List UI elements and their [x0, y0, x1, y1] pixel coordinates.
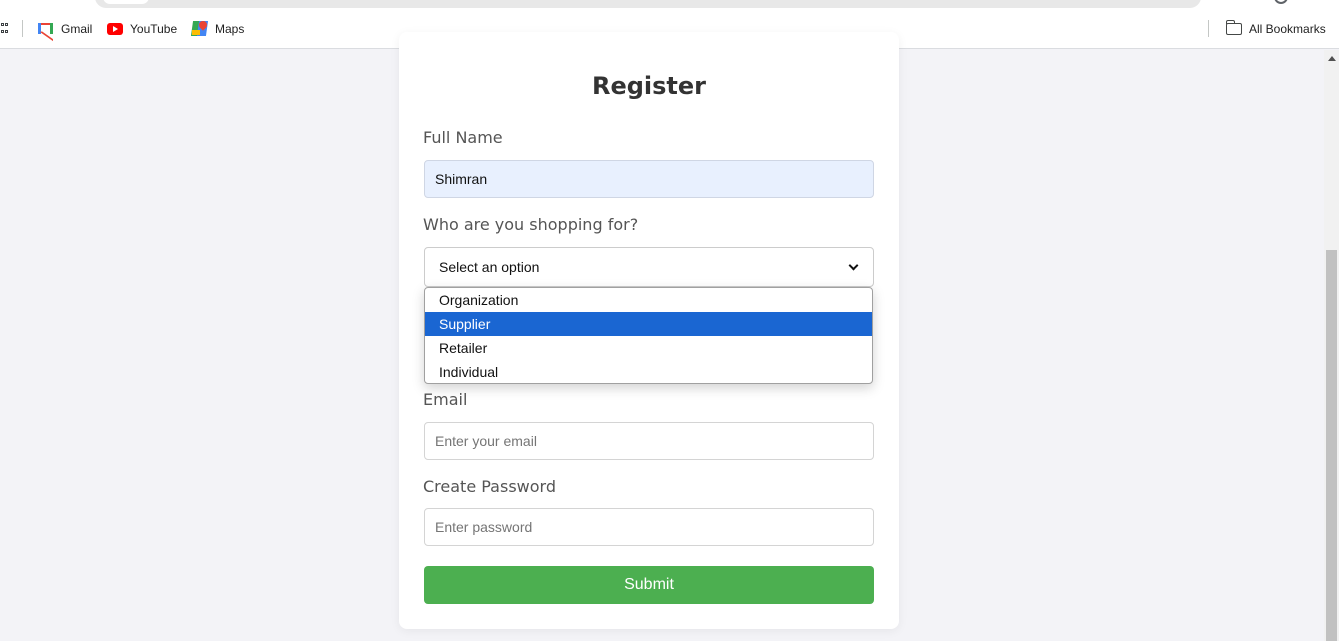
page-scrollbar[interactable]: [1324, 50, 1339, 641]
folder-icon: [1225, 20, 1242, 37]
submit-button[interactable]: Submit: [424, 566, 874, 604]
shopping-for-select[interactable]: Select an option: [424, 247, 874, 287]
page-title: Register: [591, 72, 707, 100]
all-bookmarks-label: All Bookmarks: [1249, 22, 1326, 36]
option-individual[interactable]: Individual: [425, 360, 872, 383]
select-value: Select an option: [439, 259, 540, 275]
chevron-down-icon: [848, 260, 859, 270]
option-organization[interactable]: Organization: [425, 288, 872, 312]
profile-icon[interactable]: [1274, 0, 1288, 4]
bookmark-label: YouTube: [130, 22, 178, 36]
email-input[interactable]: Enter your email: [424, 422, 874, 460]
shopping-for-label: Who are you shopping for?: [423, 215, 639, 234]
maps-icon: [190, 19, 209, 37]
bookmark-label: Maps: [215, 22, 245, 36]
password-placeholder: Enter password: [435, 519, 533, 535]
option-supplier[interactable]: Supplier: [425, 312, 872, 336]
shopping-for-dropdown: Organization Supplier Retailer Individua…: [424, 287, 873, 384]
bookmark-label: Gmail: [61, 22, 93, 36]
email-placeholder: Enter your email: [435, 433, 537, 449]
bookmarks-divider: [22, 20, 23, 37]
scroll-up-arrow-icon[interactable]: [1328, 56, 1336, 61]
full-name-value: Shimran: [435, 171, 488, 187]
option-retailer[interactable]: Retailer: [425, 336, 872, 360]
password-label: Create Password: [423, 477, 556, 496]
bookmark-gmail[interactable]: Gmail: [38, 19, 92, 39]
site-info-chip[interactable]: [103, 0, 149, 4]
password-input[interactable]: Enter password: [424, 508, 874, 546]
youtube-icon: [107, 21, 123, 37]
bookmarks-divider-right: [1208, 20, 1209, 37]
gmail-icon: [38, 21, 54, 37]
apps-icon[interactable]: [1, 23, 8, 35]
register-card: Register Full Name Shimran Who are you s…: [399, 32, 899, 629]
address-bar[interactable]: [95, 0, 1201, 8]
bookmark-youtube[interactable]: YouTube: [107, 19, 177, 39]
bookmark-maps[interactable]: Maps: [190, 19, 245, 39]
scroll-thumb[interactable]: [1326, 250, 1337, 641]
all-bookmarks-button[interactable]: All Bookmarks: [1225, 19, 1326, 39]
email-label: Email: [423, 390, 468, 409]
browser-toolbar: [0, 0, 1339, 10]
full-name-input[interactable]: Shimran: [424, 160, 874, 198]
full-name-label: Full Name: [423, 128, 503, 147]
